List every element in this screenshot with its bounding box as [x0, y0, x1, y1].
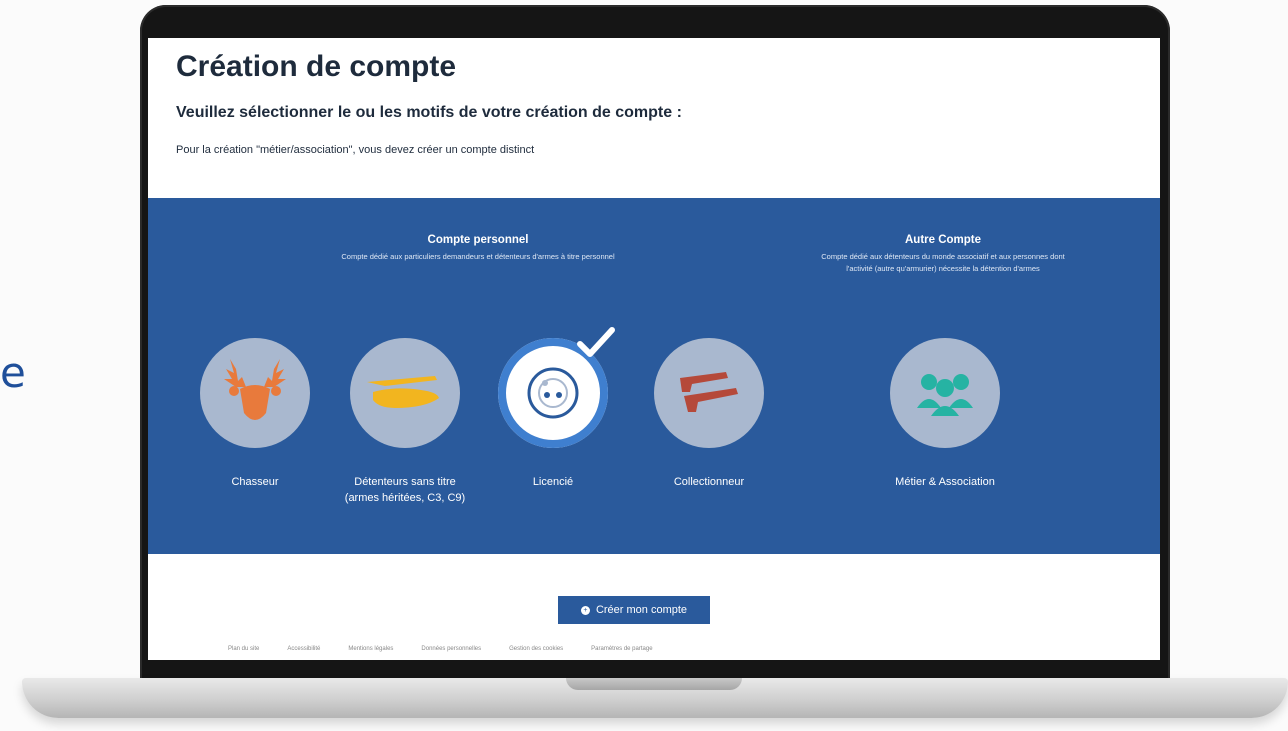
option-chasseur[interactable]: Chasseur [170, 338, 340, 490]
option-circle[interactable] [654, 338, 764, 448]
option-label-line2: (armes héritées, C3, C9) [344, 492, 466, 504]
personal-section-title: Compte personnel [427, 234, 529, 246]
deer-icon [224, 359, 286, 420]
create-account-label: Créer mon compte [595, 604, 688, 616]
other-section-title: Autre Compte [904, 234, 982, 246]
other-section-description: Compte dédié aux détenteurs du monde ass… [821, 252, 1065, 273]
option-circle-selected[interactable] [498, 327, 615, 448]
page-title: Création de compte [176, 50, 457, 83]
checkmark-icon [577, 327, 615, 357]
account-type-panel: Compte personnel Compte dédié aux partic… [148, 198, 1160, 554]
option-circle[interactable] [200, 338, 310, 448]
laptop-notch [566, 678, 742, 690]
personal-section-description: Compte dédié aux particuliers demandeurs… [341, 252, 615, 261]
option-label: Collectionneur [673, 476, 745, 488]
create-account-button[interactable]: + Créer mon compte [558, 596, 710, 624]
plus-circle-icon: + [580, 605, 590, 615]
laptop-screen: Création de compte Veuillez sélectionner… [148, 38, 1160, 660]
footer-link[interactable]: Accessibilité [287, 646, 320, 652]
footer-link[interactable]: Plan du site [228, 646, 259, 652]
option-label: Métier & Association [895, 476, 995, 488]
cropped-edge-glyph: e [0, 348, 26, 397]
option-circle[interactable] [350, 338, 460, 448]
footer-link[interactable]: Paramètres de partage [591, 646, 652, 652]
page-subtitle: Veuillez sélectionner le ou les motifs d… [176, 104, 682, 121]
antique-guns-icon [680, 372, 738, 412]
footer-link[interactable]: Données personnelles [421, 646, 481, 652]
personal-account-section: Compte personnel Compte dédié aux partic… [278, 234, 678, 263]
target-icon [527, 367, 579, 419]
screenshot-stage: e Création de compte Veuillez sélectionn… [0, 0, 1288, 731]
group-icon [917, 374, 973, 416]
footer-links: Plan du site Accessibilité Mentions léga… [228, 646, 653, 652]
option-label: Détenteurs sans titre (armes héritées, C… [320, 474, 490, 506]
option-licencie[interactable]: Licencié [468, 327, 638, 490]
other-account-section: Autre Compte Compte dédié aux détenteurs… [808, 234, 1078, 275]
option-label: Chasseur [231, 476, 279, 488]
option-metier-association[interactable]: Métier & Association [860, 338, 1030, 490]
option-collectionneur[interactable]: Collectionneur [624, 338, 794, 490]
option-label: Licencié [532, 476, 574, 488]
option-detenteurs-sans-titre[interactable]: Détenteurs sans titre (armes héritées, C… [320, 338, 490, 506]
option-label-line1: Détenteurs sans titre [354, 476, 456, 488]
hand-weapon-icon [367, 376, 439, 408]
footer-link[interactable]: Mentions légales [348, 646, 393, 652]
footer-link[interactable]: Gestion des cookies [509, 646, 563, 652]
option-circle[interactable] [890, 338, 1000, 448]
account-note: Pour la création "métier/association", v… [176, 144, 535, 156]
